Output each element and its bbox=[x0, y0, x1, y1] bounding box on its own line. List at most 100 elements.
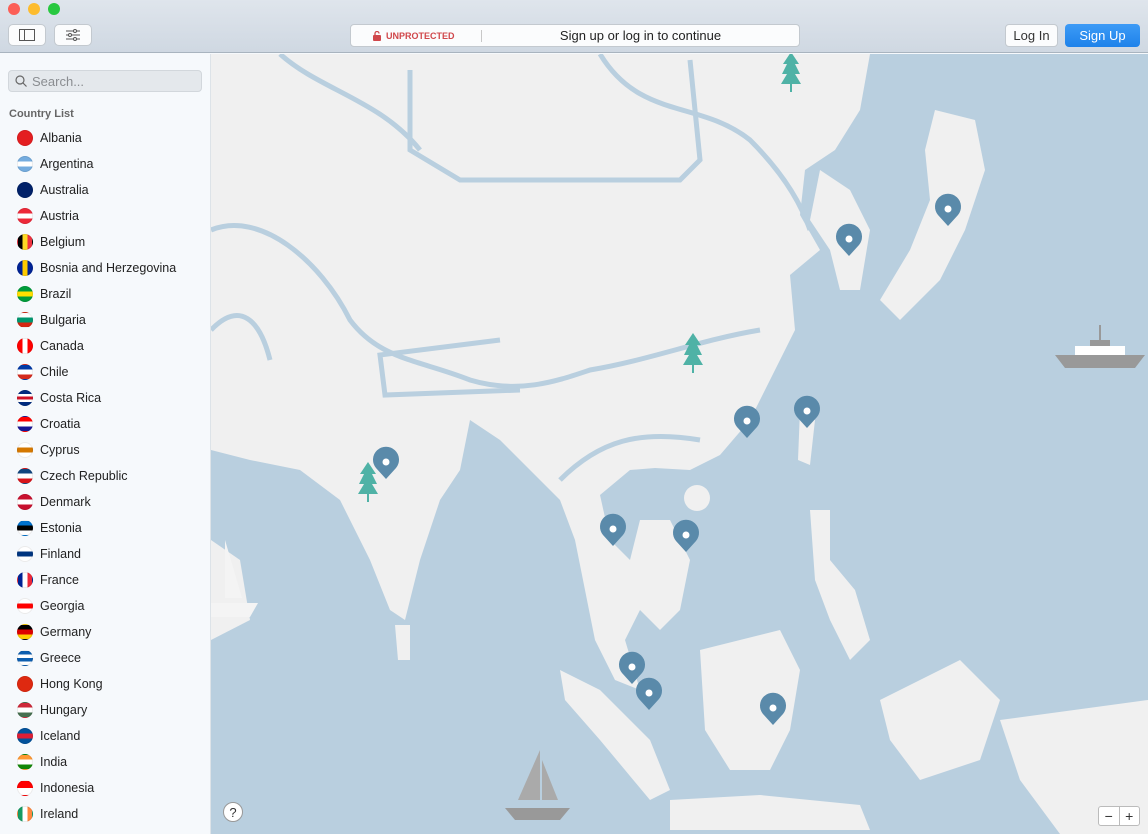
minimize-window-button[interactable] bbox=[28, 3, 40, 15]
flag-icon bbox=[17, 208, 33, 224]
location-pin-icon[interactable] bbox=[636, 677, 663, 710]
country-item[interactable]: Croatia bbox=[0, 411, 210, 437]
country-name: Belgium bbox=[40, 235, 86, 249]
help-button[interactable]: ? bbox=[223, 802, 243, 822]
country-name: India bbox=[40, 755, 68, 769]
country-item[interactable]: Czech Republic bbox=[0, 463, 210, 489]
country-item[interactable]: Iceland bbox=[0, 723, 210, 749]
country-name: Croatia bbox=[40, 417, 81, 431]
zoom-in-button[interactable]: + bbox=[1120, 807, 1140, 825]
map[interactable] bbox=[211, 54, 1148, 834]
flag-icon bbox=[17, 260, 33, 276]
settings-button[interactable] bbox=[54, 24, 92, 46]
flag-icon bbox=[17, 806, 33, 822]
country-name: Hungary bbox=[40, 703, 88, 717]
country-item[interactable]: Australia bbox=[0, 177, 210, 203]
country-item[interactable]: Ireland bbox=[0, 801, 210, 827]
flag-icon bbox=[17, 338, 33, 354]
toggle-sidebar-button[interactable] bbox=[8, 24, 46, 46]
flag-icon bbox=[17, 442, 33, 458]
flag-icon bbox=[17, 312, 33, 328]
status-message: Sign up or log in to continue bbox=[559, 28, 722, 43]
country-item[interactable]: Canada bbox=[0, 333, 210, 359]
zoom-out-button[interactable]: − bbox=[1099, 807, 1120, 825]
country-name: Costa Rica bbox=[40, 391, 102, 405]
country-list: Albania Argentina Australia Austria Belgium B… bbox=[0, 125, 210, 827]
country-item[interactable]: Georgia bbox=[0, 593, 210, 619]
country-item[interactable]: France bbox=[0, 567, 210, 593]
flag-icon bbox=[17, 520, 33, 536]
country-item[interactable]: Estonia bbox=[0, 515, 210, 541]
zoom-control: − + bbox=[1098, 806, 1140, 826]
country-item[interactable]: Hungary bbox=[0, 697, 210, 723]
location-pin-icon[interactable] bbox=[794, 395, 820, 428]
country-name: Albania bbox=[40, 131, 82, 145]
flag-icon bbox=[17, 156, 33, 172]
search-icon bbox=[15, 75, 27, 87]
flag-icon bbox=[17, 546, 33, 562]
country-item[interactable]: Chile bbox=[0, 359, 210, 385]
country-item[interactable]: Albania bbox=[0, 125, 210, 151]
status-badge: UNPROTECTED bbox=[373, 30, 481, 41]
country-name: Finland bbox=[40, 547, 81, 561]
country-item[interactable]: Greece bbox=[0, 645, 210, 671]
country-name: Brazil bbox=[40, 287, 72, 301]
country-item[interactable]: India bbox=[0, 749, 210, 775]
country-item[interactable]: Germany bbox=[0, 619, 210, 645]
country-name: Bosnia and Herzegovina bbox=[40, 261, 177, 275]
sailboat-icon bbox=[505, 750, 570, 820]
country-item[interactable]: Indonesia bbox=[0, 775, 210, 801]
flag-icon bbox=[17, 702, 33, 718]
close-window-button[interactable] bbox=[8, 3, 20, 15]
flag-icon bbox=[17, 676, 33, 692]
country-list-title: Country List bbox=[9, 108, 74, 120]
country-name: Greece bbox=[40, 651, 81, 665]
country-item[interactable]: Cyprus bbox=[0, 437, 210, 463]
title-bar: UNPROTECTED Sign up or log in to continu… bbox=[0, 0, 1148, 53]
signup-button[interactable]: Sign Up bbox=[1065, 24, 1140, 47]
country-item[interactable]: Hong Kong bbox=[0, 671, 210, 697]
flag-icon bbox=[17, 494, 33, 510]
sidebar: Country List Albania Argentina Australia Au… bbox=[0, 54, 211, 834]
flag-icon bbox=[17, 468, 33, 484]
country-name: Czech Republic bbox=[40, 469, 128, 483]
country-name: Ireland bbox=[40, 807, 79, 821]
country-item[interactable]: Brazil bbox=[0, 281, 210, 307]
country-item[interactable]: Bulgaria bbox=[0, 307, 210, 333]
status-text: UNPROTECTED bbox=[386, 30, 455, 41]
country-name: Indonesia bbox=[40, 781, 95, 795]
flag-icon bbox=[17, 650, 33, 666]
country-name: Germany bbox=[40, 625, 92, 639]
connection-status-bar: UNPROTECTED Sign up or log in to continu… bbox=[350, 24, 800, 47]
country-item[interactable]: Argentina bbox=[0, 151, 210, 177]
flag-icon bbox=[17, 728, 33, 744]
country-item[interactable]: Belgium bbox=[0, 229, 210, 255]
country-name: Georgia bbox=[40, 599, 85, 613]
country-item[interactable]: Costa Rica bbox=[0, 385, 210, 411]
country-name: Denmark bbox=[40, 495, 91, 509]
country-name: Cyprus bbox=[40, 443, 80, 457]
flag-icon bbox=[17, 754, 33, 770]
search-input[interactable] bbox=[32, 73, 192, 89]
land bbox=[211, 54, 1148, 834]
country-name: France bbox=[40, 573, 79, 587]
flag-icon bbox=[17, 390, 33, 406]
country-item[interactable]: Austria bbox=[0, 203, 210, 229]
flag-icon bbox=[17, 234, 33, 250]
country-item[interactable]: Finland bbox=[0, 541, 210, 567]
country-name: Australia bbox=[40, 183, 89, 197]
flag-icon bbox=[17, 416, 33, 432]
flag-icon bbox=[17, 364, 33, 380]
search-field[interactable] bbox=[8, 70, 202, 92]
country-item[interactable]: Denmark bbox=[0, 489, 210, 515]
login-button[interactable]: Log In bbox=[1005, 24, 1058, 47]
flag-icon bbox=[17, 286, 33, 302]
maximize-window-button[interactable] bbox=[48, 3, 60, 15]
country-name: Argentina bbox=[40, 157, 94, 171]
unlocked-icon bbox=[373, 30, 381, 41]
country-name: Canada bbox=[40, 339, 84, 353]
map-canvas bbox=[211, 54, 1148, 834]
country-item[interactable]: Bosnia and Herzegovina bbox=[0, 255, 210, 281]
country-name: Bulgaria bbox=[40, 313, 86, 327]
country-name: Iceland bbox=[40, 729, 81, 743]
